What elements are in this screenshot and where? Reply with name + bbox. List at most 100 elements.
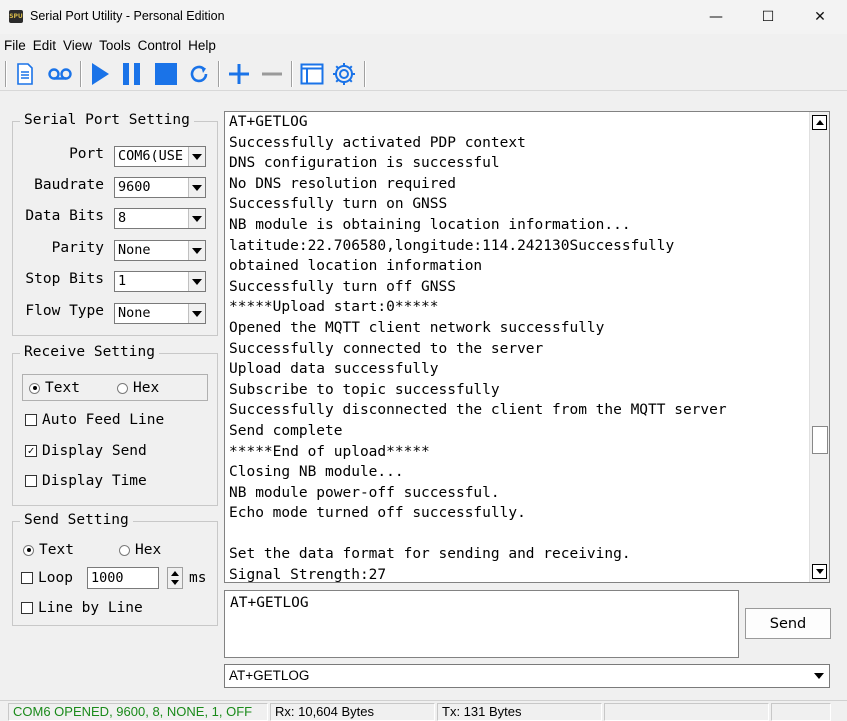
menu-file[interactable]: File: [4, 38, 26, 53]
line-by-line-checkbox[interactable]: Line by Line: [21, 600, 143, 616]
port-select[interactable]: COM6(USE: [114, 146, 206, 167]
send-button[interactable]: Send: [745, 608, 831, 639]
checkbox-unchecked-icon: [21, 572, 33, 584]
window-button[interactable]: [299, 61, 325, 87]
radio-unselected-icon: [119, 544, 130, 556]
receive-hex-radio[interactable]: Hex: [117, 380, 159, 396]
toolbar: [0, 57, 847, 91]
log-line: *****Upload start:0*****: [229, 299, 439, 316]
display-send-checkbox[interactable]: ✓ Display Send: [25, 443, 147, 459]
window-title: Serial Port Utility - Personal Edition: [30, 9, 225, 23]
toolbar-separator: [364, 61, 366, 87]
plus-icon: [229, 64, 249, 84]
log-line: Successfully turn off GNSS: [229, 278, 456, 295]
pause-button[interactable]: [119, 61, 145, 87]
new-file-icon: [17, 63, 33, 85]
minimize-button[interactable]: —: [693, 0, 739, 34]
maximize-button[interactable]: ☐: [745, 0, 791, 34]
flow-type-label: Flow Type: [25, 303, 104, 319]
status-empty-cell: [771, 703, 831, 721]
remove-button[interactable]: [259, 61, 285, 87]
chevron-down-icon: [188, 147, 205, 166]
menu-control[interactable]: Control: [138, 38, 182, 53]
log-line: Successfully activated PDP context: [229, 134, 526, 151]
checkmark-icon: ✓: [25, 445, 37, 457]
status-empty-cell: [604, 703, 769, 721]
send-input[interactable]: AT+GETLOG: [224, 590, 739, 658]
receive-log-area[interactable]: AT+GETLOG Successfully activated PDP cont…: [224, 111, 830, 583]
send-history-select[interactable]: AT+GETLOG: [224, 664, 830, 688]
add-button[interactable]: [226, 61, 252, 87]
stop-icon: [155, 63, 177, 85]
stop-button[interactable]: [153, 61, 179, 87]
checkbox-unchecked-icon: [25, 475, 37, 487]
tx-count: Tx: 131 Bytes: [437, 703, 602, 721]
close-button[interactable]: ✕: [797, 0, 843, 34]
data-bits-select[interactable]: 8: [114, 208, 206, 229]
flow-type-select[interactable]: None: [114, 303, 206, 324]
menu-tools[interactable]: Tools: [99, 38, 131, 53]
auto-feed-line-checkbox[interactable]: Auto Feed Line: [25, 412, 164, 428]
checkbox-unchecked-icon: [25, 414, 37, 426]
parity-select[interactable]: None: [114, 240, 206, 261]
log-line: Echo mode turned off successfully.: [229, 505, 526, 522]
refresh-icon: [190, 65, 208, 83]
log-line: No DNS resolution required: [229, 175, 456, 192]
window-icon: [300, 63, 324, 85]
log-line: Subscribe to topic successfully: [229, 381, 500, 398]
play-icon: [92, 63, 109, 85]
display-time-checkbox[interactable]: Display Time: [25, 473, 147, 489]
log-line: Send complete: [229, 422, 343, 439]
receive-text-radio[interactable]: Text: [29, 380, 80, 396]
log-line: Upload data successfully: [229, 361, 439, 378]
baudrate-label: Baudrate: [34, 177, 104, 193]
gear-icon: [333, 63, 355, 85]
loop-checkbox[interactable]: Loop: [21, 570, 73, 586]
record-button[interactable]: [47, 61, 73, 87]
new-file-button[interactable]: [12, 61, 38, 87]
scroll-up-icon[interactable]: [812, 115, 827, 130]
chevron-down-icon: [188, 241, 205, 260]
log-line: obtained location information: [229, 258, 483, 275]
chevron-down-icon: [171, 580, 179, 585]
receive-setting-title: Receive Setting: [20, 344, 159, 360]
log-line: NB module power-off successful.: [229, 484, 500, 501]
stop-bits-select[interactable]: 1: [114, 271, 206, 292]
scroll-down-icon[interactable]: [812, 564, 827, 579]
record-icon: [48, 68, 72, 80]
scroll-thumb[interactable]: [812, 426, 828, 454]
play-button[interactable]: [87, 61, 113, 87]
radio-selected-icon: [29, 382, 40, 394]
radio-selected-icon: [23, 544, 34, 556]
loop-interval-input[interactable]: 1000: [87, 567, 159, 589]
data-bits-label: Data Bits: [25, 208, 104, 224]
send-setting-title: Send Setting: [20, 512, 133, 528]
menu-help[interactable]: Help: [188, 38, 216, 53]
serial-port-setting-title: Serial Port Setting: [20, 112, 194, 128]
send-hex-radio[interactable]: Hex: [119, 542, 161, 558]
send-text-radio[interactable]: Text: [23, 542, 74, 558]
status-bar: COM6 OPENED, 9600, 8, NONE, 1, OFF Rx: 1…: [0, 700, 847, 721]
loop-interval-stepper[interactable]: [167, 567, 183, 589]
log-line: NB module is obtaining location informat…: [229, 216, 631, 233]
baudrate-select[interactable]: 9600: [114, 177, 206, 198]
toolbar-separator: [80, 61, 82, 87]
log-scrollbar[interactable]: [809, 112, 829, 582]
title-bar: SPU Serial Port Utility - Personal Editi…: [0, 0, 847, 34]
chevron-down-icon: [188, 272, 205, 291]
stop-bits-label: Stop Bits: [25, 271, 104, 287]
checkbox-unchecked-icon: [21, 602, 33, 614]
log-line: *****End of upload*****: [229, 443, 430, 460]
refresh-button[interactable]: [186, 61, 212, 87]
rx-count: Rx: 10,604 Bytes: [270, 703, 435, 721]
connection-status: COM6 OPENED, 9600, 8, NONE, 1, OFF: [8, 703, 268, 721]
menu-view[interactable]: View: [63, 38, 92, 53]
minus-icon: [262, 72, 282, 76]
toolbar-separator: [218, 61, 220, 87]
settings-button[interactable]: [331, 61, 357, 87]
menu-edit[interactable]: Edit: [33, 38, 56, 53]
port-label: Port: [69, 146, 104, 162]
loop-unit-label: ms: [189, 570, 207, 586]
chevron-down-icon: [188, 209, 205, 228]
